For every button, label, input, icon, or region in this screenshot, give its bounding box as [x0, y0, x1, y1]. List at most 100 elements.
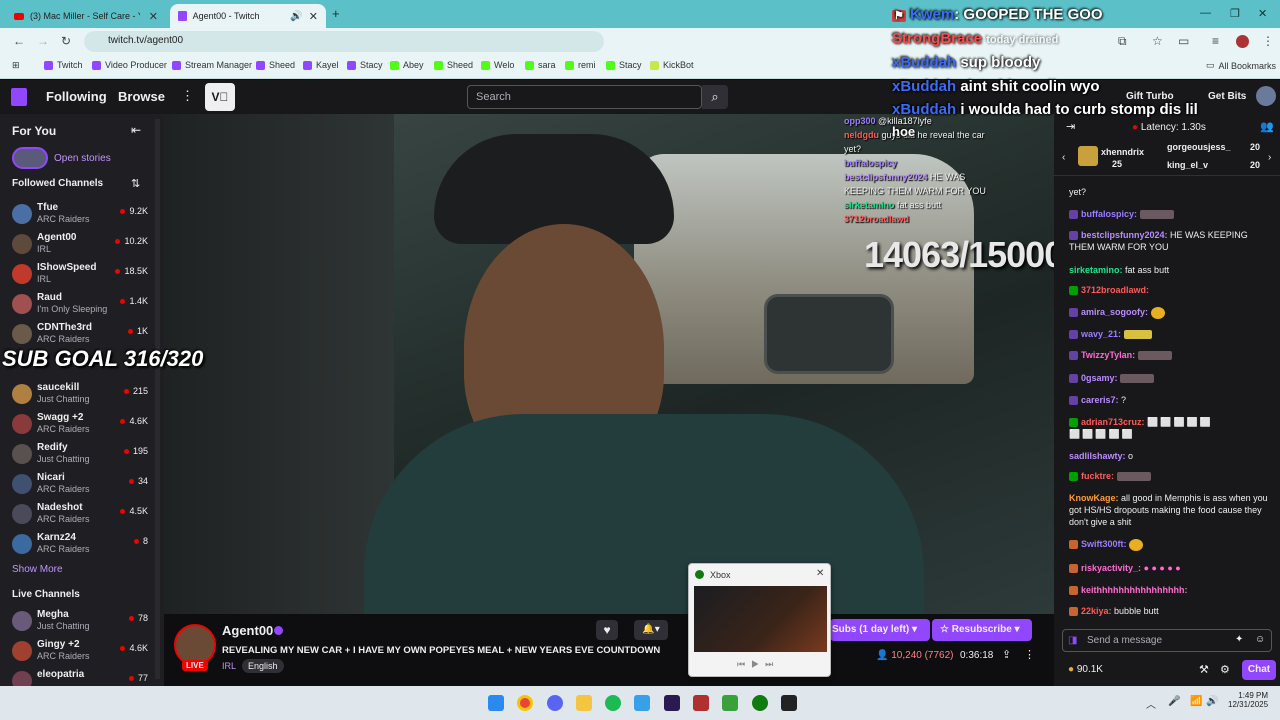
extensions-icon[interactable]: ⧉ [1118, 34, 1127, 49]
bookmark-item[interactable]: remi [565, 60, 596, 70]
bookmark-item[interactable]: Kayel [303, 60, 339, 70]
spotify-icon[interactable] [605, 695, 621, 711]
show-more-link[interactable]: Show More [12, 564, 63, 575]
close-tab-icon[interactable]: ✕ [149, 10, 158, 23]
xbox-thumbnail-popup[interactable]: Xbox ✕ ⏮▶⏭ [688, 563, 831, 677]
bookmark-item[interactable]: Stacy [347, 60, 383, 70]
xbox-icon[interactable] [752, 695, 768, 711]
get-bits-button[interactable]: Get Bits [1208, 91, 1246, 102]
back-icon[interactable]: ← [13, 34, 25, 48]
browse-link[interactable]: Browse [118, 89, 165, 104]
chat-send-button[interactable]: Chat [1242, 660, 1276, 680]
bookmark-item[interactable]: Twitch [44, 60, 83, 70]
chrome-icon[interactable] [517, 695, 533, 711]
channel-item[interactable]: Agent00 IRL 10.2K [12, 232, 148, 260]
premiere-icon[interactable] [664, 695, 680, 711]
bookmark-item[interactable]: Stacy [606, 60, 642, 70]
wifi-icon[interactable]: 📶 [1190, 696, 1202, 707]
media-controls[interactable]: ⏮▶⏭ [737, 659, 779, 670]
new-tab-button[interactable]: + [332, 6, 340, 21]
bookmark-item[interactable]: Sheed [256, 60, 295, 70]
channel-item[interactable]: Redify Just Chatting 195 [12, 442, 148, 470]
copilot-icon[interactable] [634, 695, 650, 711]
chat-badge-icon[interactable]: ◨ [1068, 635, 1077, 646]
speaker-icon[interactable]: 🔊 [290, 11, 302, 22]
channel-item[interactable]: Raud I'm Only Sleeping 1.4K [12, 292, 148, 320]
streamer-name[interactable]: Agent00 [222, 623, 273, 638]
open-stories-link[interactable]: Open stories [54, 153, 111, 164]
tab-search-icon[interactable]: ▭ [1178, 34, 1189, 48]
menu-dots-icon[interactable]: ⋮ [1262, 34, 1274, 48]
channel-item[interactable]: Gingy +2 ARC Raiders 4.6K [12, 639, 148, 667]
more-dots-icon[interactable]: ⋮ [181, 88, 194, 104]
bookmark-item[interactable]: Stream Manager [172, 60, 252, 70]
channel-item[interactable]: Nadeshot ARC Raiders 4.5K [12, 502, 148, 530]
following-link[interactable]: Following [46, 89, 107, 104]
bookmark-item[interactable]: Abey [390, 60, 424, 70]
mic-icon[interactable]: 🎤 [1168, 696, 1180, 707]
tab-youtube[interactable]: (3) Mac Miller - Self Care - You ✕ [6, 4, 166, 28]
maximize-button[interactable]: ❐ [1230, 7, 1240, 20]
channel-item[interactable]: IShowSpeed IRL 18.5K [12, 262, 148, 290]
close-tab-icon[interactable]: ✕ [309, 10, 318, 23]
chevron-right-icon[interactable]: › [1268, 152, 1271, 163]
prime-icon[interactable]: V⃞ [205, 83, 235, 111]
bookmark-item[interactable]: Welo [481, 60, 514, 70]
chevron-left-icon[interactable]: ‹ [1062, 152, 1065, 163]
sort-icon[interactable]: ⇅ [131, 177, 140, 190]
chat-input[interactable]: ◨ Send a message ✦ ☺ [1062, 629, 1272, 652]
windows-start-icon[interactable] [488, 695, 504, 711]
share-icon[interactable]: ⇪ [1002, 648, 1011, 661]
app-icon[interactable] [781, 695, 797, 711]
video-player[interactable]: 14063/15000 opp300 @killa187lyfe neldgdu… [164, 114, 1054, 614]
file-explorer-icon[interactable] [576, 695, 592, 711]
channel-item[interactable]: Megha Just Chatting 78 [12, 609, 148, 637]
reload-icon[interactable]: ↻ [61, 34, 71, 48]
discord-icon[interactable] [547, 695, 563, 711]
close-window-button[interactable]: ✕ [1258, 7, 1267, 20]
more-options-icon[interactable]: ⋮ [1024, 648, 1035, 661]
channel-item[interactable]: eleopatria 77 [12, 669, 148, 686]
media-icon[interactable]: ≡ [1212, 34, 1219, 48]
profile-avatar[interactable] [1236, 35, 1249, 48]
bookmark-item[interactable]: Video Producer [92, 60, 167, 70]
channel-item[interactable]: Karnz24 ARC Raiders 8 [12, 532, 148, 560]
bookmark-item[interactable]: sara [525, 60, 556, 70]
heart-follow-icon[interactable]: ♥ [596, 620, 618, 640]
url-input[interactable]: twitch.tv/agent00 [84, 31, 604, 52]
bookmark-star-icon[interactable]: ☆ [1152, 34, 1163, 48]
category-link[interactable]: IRL [222, 661, 236, 671]
app-icon[interactable] [693, 695, 709, 711]
channel-item[interactable]: saucekill Just Chatting 215 [12, 382, 148, 410]
tab-twitch[interactable]: Agent00 - Twitch 🔊 ✕ [170, 4, 326, 28]
sidebar-scrollbar[interactable] [155, 119, 160, 679]
channel-item[interactable]: Tfue ARC Raiders 9.2K [12, 202, 148, 230]
twitch-logo-icon[interactable] [11, 88, 27, 106]
volume-icon[interactable]: 🔊 [1206, 696, 1218, 707]
channel-points[interactable]: ● 90.1K [1068, 664, 1103, 675]
bookmark-item[interactable]: KickBot [650, 60, 694, 70]
stories-avatars[interactable] [12, 147, 48, 169]
app-icon[interactable] [722, 695, 738, 711]
apps-grid-icon[interactable]: ⊞ [12, 60, 20, 71]
clock[interactable]: 1:49 PM 12/31/2025 [1228, 691, 1268, 709]
user-avatar[interactable] [1256, 86, 1276, 106]
forward-icon[interactable]: → [37, 34, 49, 48]
search-icon[interactable]: ⌕ [702, 85, 728, 109]
resubscribe-button[interactable]: ☆ Resubscribe ▾ [932, 619, 1032, 641]
all-bookmarks-folder[interactable]: ▭ All Bookmarks [1206, 60, 1276, 71]
close-icon[interactable]: ✕ [816, 568, 824, 579]
emote-picker-icon[interactable]: ☺ [1255, 634, 1265, 645]
collapse-chat-icon[interactable]: ⇥ [1066, 120, 1075, 133]
channel-item[interactable]: Swagg +2 ARC Raiders 4.6K [12, 412, 148, 440]
bookmark-item[interactable]: Sheed [434, 60, 473, 70]
users-icon[interactable]: 👥 [1260, 120, 1274, 133]
collapse-sidebar-icon[interactable]: ⇤ [131, 123, 141, 137]
minimize-button[interactable]: — [1200, 7, 1211, 19]
tray-chevron-icon[interactable]: ︿ [1146, 696, 1156, 711]
channel-item[interactable]: Nicari ARC Raiders 34 [12, 472, 148, 500]
search-input[interactable]: Search [467, 85, 702, 109]
bits-emote-icon[interactable]: ✦ [1235, 634, 1243, 645]
notification-bell-icon[interactable]: 🔔▾ [634, 620, 668, 640]
settings-gear-icon[interactable]: ⚙ [1220, 663, 1230, 676]
